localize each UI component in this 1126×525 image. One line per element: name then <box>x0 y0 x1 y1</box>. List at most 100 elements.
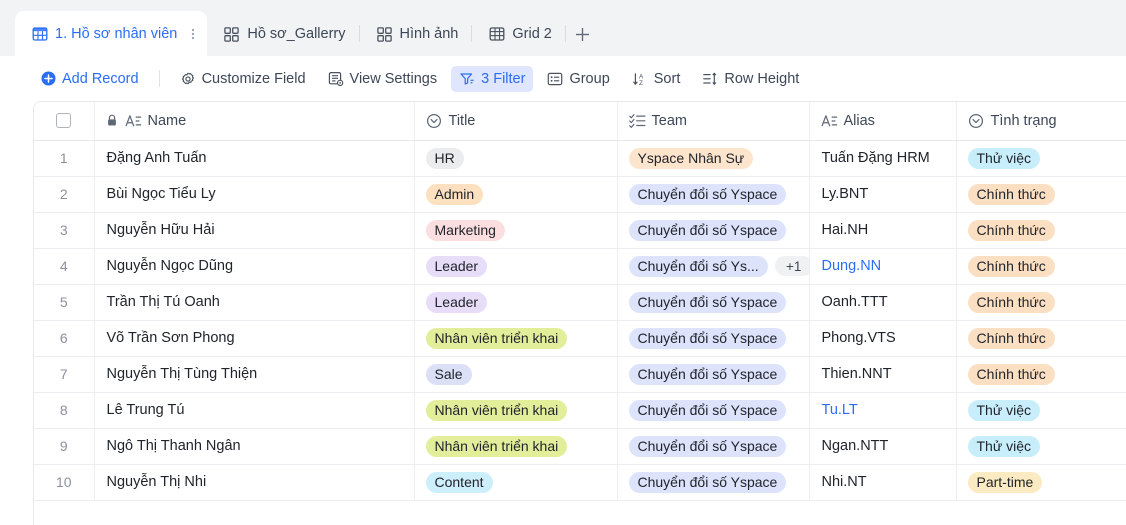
cell-alias-text[interactable]: Tu.LT <box>810 393 956 428</box>
column-header-team[interactable]: Team <box>617 102 810 141</box>
cell-name[interactable]: Đặng Anh Tuấn <box>94 140 415 177</box>
table-row[interactable]: 3 Nguyễn Hữu Hải Marketing Chuyển đổi số Ys… <box>34 212 1126 249</box>
column-header-title[interactable]: Title <box>414 102 618 141</box>
cell-tinh-trang[interactable]: Thử việc <box>956 140 1126 177</box>
table-row[interactable]: 9 Ngô Thị Thanh Ngân Nhân viên triển khai C… <box>34 428 1126 465</box>
cell-title[interactable]: Nhân viên triển khai <box>414 392 618 429</box>
tab-ho-so-gallerry[interactable]: Hồ sơ_Gallerry <box>207 12 358 56</box>
cell-name[interactable]: Nguyễn Thị Nhi <box>94 464 415 501</box>
cell-tinh-trang[interactable]: Chính thức <box>956 248 1126 285</box>
table-row[interactable]: 10 Nguyễn Thị Nhi Content Chuyển đổi số Ysp… <box>34 464 1126 501</box>
cell-title[interactable]: Nhân viên triển khai <box>414 428 618 465</box>
cell-title[interactable]: Leader <box>414 284 618 321</box>
cell-alias[interactable]: Hai.NH <box>809 212 957 249</box>
cell-alias[interactable]: Nhi.NT <box>809 464 957 501</box>
table-row[interactable]: 5 Trần Thị Tú Oanh Leader Chuyển đổi số Ysp… <box>34 284 1126 321</box>
add-view-button[interactable] <box>566 12 600 56</box>
row-number-cell[interactable]: 3 <box>34 212 95 249</box>
row-number-cell[interactable]: 2 <box>34 176 95 213</box>
cell-alias[interactable]: Thien.NNT <box>809 356 957 393</box>
tab-hinh-anh[interactable]: Hình ảnh <box>360 12 472 56</box>
cell-alias[interactable]: Oanh.TTT <box>809 284 957 321</box>
view-settings-label: View Settings <box>349 70 438 87</box>
cell-tinh-trang[interactable]: Chính thức <box>956 212 1126 249</box>
table-row[interactable]: 2 Bùi Ngọc Tiểu Ly Admin Chuyển đổi số Yspa… <box>34 176 1126 213</box>
row-number-cell[interactable]: 6 <box>34 320 95 357</box>
table-row[interactable]: 1 Đặng Anh Tuấn HR Yspace Nhân Sự Tuấn Đặng … <box>34 140 1126 177</box>
table-row[interactable]: 6 Võ Trần Sơn Phong Nhân viên triển khai Ch… <box>34 320 1126 357</box>
select-all-header <box>34 102 95 141</box>
cell-name[interactable]: Trần Thị Tú Oanh <box>94 284 415 321</box>
cell-name[interactable]: Nguyễn Ngọc Dũng <box>94 248 415 285</box>
cell-alias[interactable]: Tu.LT <box>809 392 957 429</box>
cell-team[interactable]: Chuyển đổi số Yspace <box>617 392 810 429</box>
table-row[interactable]: 8 Lê Trung Tú Nhân viên triển khai Chuyển đ… <box>34 392 1126 429</box>
cell-title-content: Content <box>415 465 617 500</box>
cell-name-text: Bùi Ngọc Tiểu Ly <box>106 186 216 202</box>
cell-title[interactable]: Sale <box>414 356 618 393</box>
cell-name[interactable]: Lê Trung Tú <box>94 392 415 429</box>
row-number-cell[interactable]: 7 <box>34 356 95 393</box>
cell-alias[interactable]: Phong.VTS <box>809 320 957 357</box>
column-header-tinh-trang[interactable]: Tình trạng <box>956 102 1126 141</box>
cell-name-text: Nguyễn Thị Nhi <box>106 474 207 490</box>
cell-team[interactable]: Chuyển đổi số Ys... +1 <box>617 248 810 285</box>
row-number-cell[interactable]: 8 <box>34 392 95 429</box>
cell-tinh-trang[interactable]: Chính thức <box>956 284 1126 321</box>
cell-name[interactable]: Nguyễn Thị Tùng Thiện <box>94 356 415 393</box>
row-number-cell[interactable]: 4 <box>34 248 95 285</box>
row-number: 6 <box>59 330 68 346</box>
cell-title[interactable]: Marketing <box>414 212 618 249</box>
column-header-name[interactable]: Name <box>94 102 415 141</box>
add-record-button[interactable]: Add Record <box>34 66 147 92</box>
row-height-button[interactable]: Row Height <box>694 66 807 92</box>
cell-tinh-trang[interactable]: Chính thức <box>956 320 1126 357</box>
cell-tinh-trang-content: Chính thức <box>957 213 1126 248</box>
customize-field-button[interactable]: Customize Field <box>172 66 314 92</box>
tab-ho-so-nhan-vien[interactable]: 1. Hồ sơ nhân viên <box>15 11 208 56</box>
cell-team[interactable]: Chuyển đổi số Yspace <box>617 176 810 213</box>
cell-team[interactable]: Chuyển đổi số Yspace <box>617 284 810 321</box>
group-button[interactable]: Group <box>539 66 617 92</box>
cell-title[interactable]: HR <box>414 140 618 177</box>
tab-grid-2[interactable]: Grid 2 <box>472 12 565 56</box>
cell-alias[interactable]: Ly.BNT <box>809 176 957 213</box>
cell-tinh-trang[interactable]: Thử việc <box>956 428 1126 465</box>
row-number-cell[interactable]: 9 <box>34 428 95 465</box>
table-row[interactable]: 7 Nguyễn Thị Tùng Thiện Sale Chuyển đổi số … <box>34 356 1126 393</box>
cell-name-text: Võ Trần Sơn Phong <box>106 330 235 346</box>
team-tag: Chuyển đổi số Yspace <box>628 363 787 385</box>
cell-tinh-trang[interactable]: Chính thức <box>956 176 1126 213</box>
cell-name[interactable]: Ngô Thị Thanh Ngân <box>94 428 415 465</box>
row-number-cell[interactable]: 5 <box>34 284 95 321</box>
cell-team[interactable]: Chuyển đổi số Yspace <box>617 464 810 501</box>
column-header-alias[interactable]: Alias <box>809 102 957 141</box>
cell-tinh-trang[interactable]: Thử việc <box>956 392 1126 429</box>
cell-team[interactable]: Chuyển đổi số Yspace <box>617 212 810 249</box>
cell-alias[interactable]: Tuấn Đặng HRM <box>809 140 957 177</box>
table-row[interactable]: 4 Nguyễn Ngọc Dũng Leader Chuyển đổi số Ys.… <box>34 248 1126 285</box>
row-number-cell[interactable]: 1 <box>34 140 95 177</box>
cell-tinh-trang[interactable]: Part-time <box>956 464 1126 501</box>
cell-alias[interactable]: Ngan.NTT <box>809 428 957 465</box>
cell-title[interactable]: Leader <box>414 248 618 285</box>
cell-alias[interactable]: Dung.NN <box>809 248 957 285</box>
cell-name[interactable]: Nguyễn Hữu Hải <box>94 212 415 249</box>
filter-button[interactable]: 3 Filter <box>451 65 534 92</box>
select-all-checkbox[interactable] <box>56 113 72 129</box>
cell-name[interactable]: Võ Trần Sơn Phong <box>94 320 415 357</box>
cell-title[interactable]: Nhân viên triển khai <box>414 320 618 357</box>
cell-title[interactable]: Content <box>414 464 618 501</box>
cell-title[interactable]: Admin <box>414 176 618 213</box>
cell-team[interactable]: Chuyển đổi số Yspace <box>617 320 810 357</box>
cell-alias-text[interactable]: Dung.NN <box>810 249 956 284</box>
cell-team[interactable]: Chuyển đổi số Yspace <box>617 356 810 393</box>
view-settings-button[interactable]: View Settings <box>320 66 446 92</box>
cell-name[interactable]: Bùi Ngọc Tiểu Ly <box>94 176 415 213</box>
cell-tinh-trang[interactable]: Chính thức <box>956 356 1126 393</box>
tab-more-icon[interactable] <box>185 25 201 43</box>
cell-team[interactable]: Chuyển đổi số Yspace <box>617 428 810 465</box>
sort-button[interactable]: A Z Sort <box>624 66 689 92</box>
cell-team[interactable]: Yspace Nhân Sự <box>617 140 810 177</box>
row-number-cell[interactable]: 10 <box>34 464 95 501</box>
